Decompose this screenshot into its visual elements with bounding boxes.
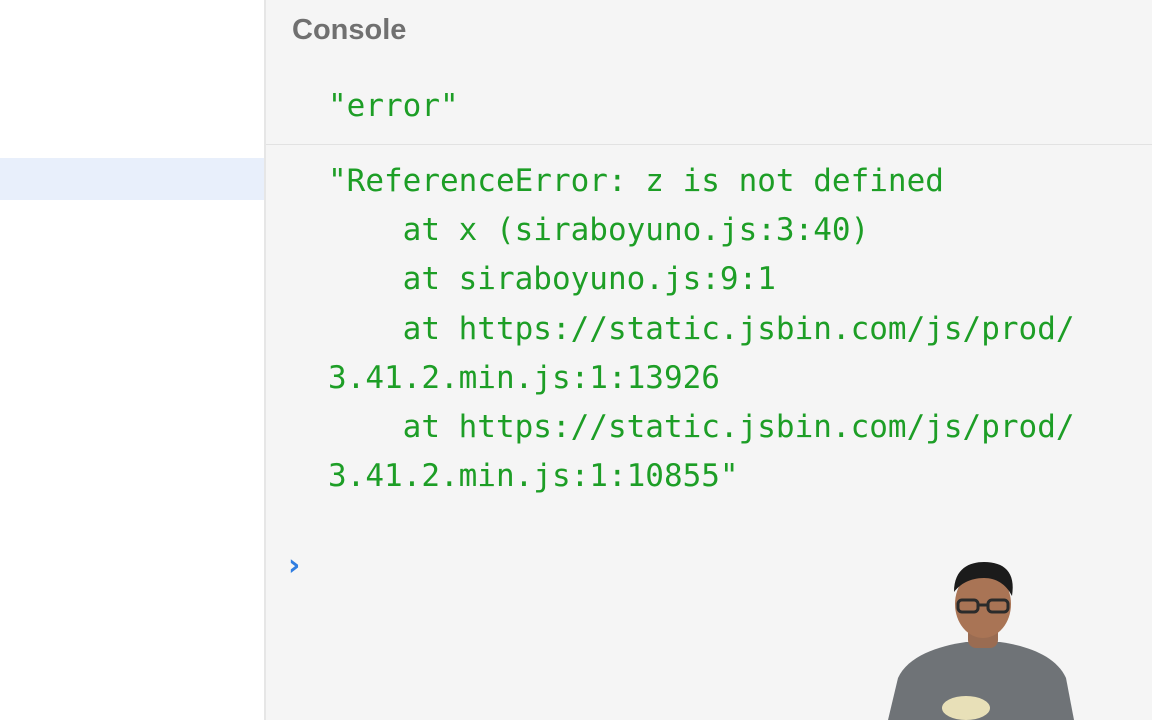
error-line: "ReferenceError: z is not defined: [328, 163, 944, 199]
stack-line: at https://static.jsbin.com/js/prod/: [328, 409, 1075, 445]
entry-divider: [266, 144, 1152, 145]
console-title: Console: [292, 14, 407, 46]
stack-line: at https://static.jsbin.com/js/prod/: [328, 311, 1075, 347]
chevron-right-icon[interactable]: ›: [288, 548, 300, 583]
presenter-webcam-overlay: [888, 562, 1074, 720]
stack-line: 3.41.2.min.js:1:10855": [328, 458, 739, 494]
console-log-entry: "error": [328, 88, 459, 124]
stack-line: 3.41.2.min.js:1:13926: [328, 360, 720, 396]
stack-line: at x (siraboyuno.js:3:40): [328, 212, 870, 248]
selected-row-highlight[interactable]: [0, 158, 264, 200]
left-panel: [0, 0, 266, 720]
stack-line: at siraboyuno.js:9:1: [328, 261, 776, 297]
